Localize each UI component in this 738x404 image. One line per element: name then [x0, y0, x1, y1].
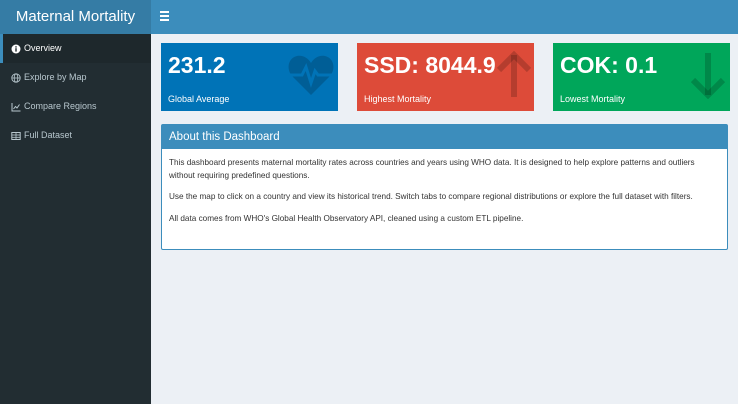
- about-panel-body: This dashboard presents maternal mortali…: [162, 149, 727, 225]
- stat-box-global-average: 231.2 Global Average: [161, 43, 338, 111]
- info-circle-icon: [11, 44, 21, 53]
- arrow-down-icon: [690, 53, 726, 99]
- about-paragraph: Use the map to click on a country and vi…: [169, 192, 693, 201]
- heartbeat-icon: [288, 55, 334, 95]
- sidebar-item-explore-by-map[interactable]: Explore by Map: [0, 63, 151, 92]
- sidebar-toggle-icon[interactable]: [160, 11, 170, 24]
- sidebar-item-label: Explore by Map: [24, 72, 87, 82]
- top-navbar: [151, 0, 738, 34]
- about-panel: About this Dashboard This dashboard pres…: [161, 124, 728, 250]
- table-icon: [11, 131, 21, 140]
- sidebar-item-full-dataset[interactable]: Full Dataset: [0, 121, 151, 150]
- stat-value: COK: 0.1: [560, 52, 658, 78]
- main-content: 231.2 Global Average SSD: 8044.9 Highest…: [151, 34, 738, 404]
- stat-value: 231.2: [168, 52, 226, 78]
- sidebar-item-label: Compare Regions: [24, 101, 97, 111]
- stat-box-lowest-mortality: COK: 0.1 Lowest Mortality: [553, 43, 730, 111]
- app-title[interactable]: Maternal Mortality: [0, 0, 151, 34]
- sidebar-item-overview[interactable]: Overview: [0, 34, 151, 63]
- sidebar-item-label: Overview: [24, 43, 62, 53]
- sidebar-item-compare-regions[interactable]: Compare Regions: [0, 92, 151, 121]
- stat-box-highest-mortality: SSD: 8044.9 Highest Mortality: [357, 43, 534, 111]
- stat-label: Global Average: [168, 94, 230, 104]
- about-paragraph: All data comes from WHO's Global Health …: [169, 213, 524, 223]
- stat-value: SSD: 8044.9: [364, 52, 496, 78]
- arrow-up-icon: [496, 51, 532, 97]
- line-chart-icon: [11, 102, 21, 111]
- stat-label: Highest Mortality: [364, 94, 432, 104]
- about-paragraph: This dashboard presents maternal mortali…: [169, 158, 695, 180]
- sidebar: Overview Explore by Map Compare Regions …: [0, 34, 151, 404]
- globe-icon: [11, 72, 21, 83]
- stat-label: Lowest Mortality: [560, 94, 626, 104]
- about-panel-title: About this Dashboard: [162, 125, 727, 149]
- sidebar-item-label: Full Dataset: [24, 130, 73, 140]
